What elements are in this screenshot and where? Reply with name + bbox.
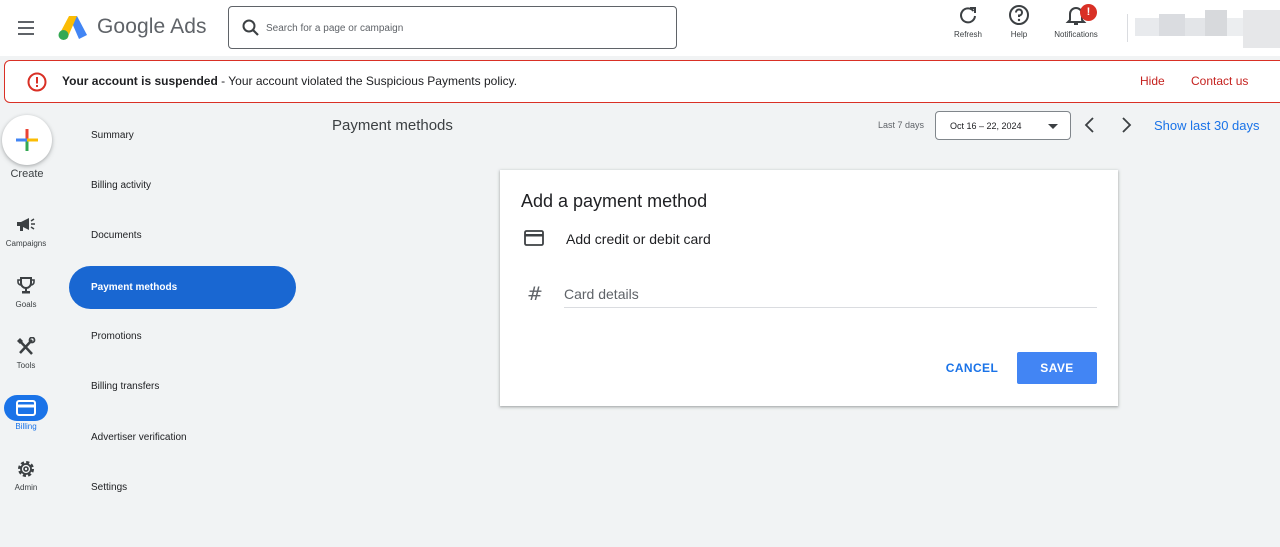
cancel-button[interactable]: CANCEL (934, 352, 1010, 384)
help-icon (1009, 5, 1029, 25)
notifications-button[interactable]: ! Notifications (1050, 4, 1102, 39)
nav-item-summary[interactable]: Summary (69, 114, 296, 157)
header-divider (1127, 14, 1128, 42)
search-icon (242, 19, 259, 36)
rail-label-admin: Admin (14, 483, 38, 492)
alert-title: Your account is suspended (62, 74, 218, 88)
refresh-button[interactable]: Refresh (953, 4, 983, 39)
nav-item-billing-activity[interactable]: Billing activity (69, 164, 296, 207)
nav-item-promotions[interactable]: Promotions (69, 315, 296, 358)
nav-item-documents[interactable]: Documents (69, 214, 296, 257)
gear-icon (18, 461, 34, 477)
page-title: Payment methods (332, 117, 453, 134)
nav-item-payment-methods[interactable]: Payment methods (69, 266, 296, 309)
card-title: Add a payment method (521, 191, 708, 211)
notifications-label: Notifications (1054, 30, 1098, 39)
nav-item-billing-transfers[interactable]: Billing transfers (69, 365, 296, 408)
alert-circle-icon (27, 72, 47, 92)
help-label: Help (1010, 30, 1028, 39)
megaphone-icon (17, 218, 35, 231)
rail-item-goals[interactable]: Goals (0, 273, 52, 309)
rail-label-goals: Goals (15, 300, 37, 309)
notification-badge: ! (1080, 4, 1097, 21)
add-payment-method-card: Add a payment method Add credit or debit… (500, 170, 1118, 406)
chevron-down-icon (1048, 124, 1058, 129)
tools-icon (17, 337, 36, 355)
create-label: Create (10, 168, 44, 180)
date-range-select[interactable]: Oct 16 – 22, 2024 (935, 111, 1071, 140)
date-range-value: Oct 16 – 22, 2024 (950, 121, 1022, 131)
rail-item-campaigns[interactable]: Campaigns (0, 212, 52, 248)
rail-item-tools[interactable]: Tools (0, 334, 52, 370)
rail-item-billing[interactable]: Billing (0, 395, 52, 431)
plus-icon (16, 129, 38, 151)
chevron-right-icon (1122, 117, 1132, 133)
save-button[interactable]: SAVE (1017, 352, 1097, 384)
rail-item-admin[interactable]: Admin (0, 456, 52, 492)
account-avatar[interactable] (1133, 8, 1280, 48)
nav-item-settings[interactable]: Settings (69, 466, 296, 509)
menu-button[interactable] (14, 16, 38, 40)
chevron-left-icon (1084, 117, 1094, 133)
hash-icon: # (527, 283, 543, 305)
rail-label-tools: Tools (16, 361, 36, 370)
credit-card-icon (524, 230, 544, 246)
card-details-input[interactable] (564, 280, 1097, 308)
date-range-label: Last 7 days (878, 120, 925, 130)
search-input[interactable] (266, 15, 666, 41)
credit-card-icon (16, 400, 36, 416)
alert-message: - Your account violated the Suspicious P… (217, 74, 518, 88)
add-credit-debit-card-option[interactable]: Add credit or debit card (566, 231, 711, 247)
suspension-alert: Your account is suspended - Your account… (4, 60, 1280, 103)
previous-period-button[interactable] (1080, 115, 1100, 135)
app-name: Google Ads (97, 15, 207, 38)
trophy-icon (17, 277, 35, 294)
next-period-button[interactable] (1116, 115, 1136, 135)
top-bar: Google Ads Refresh Help ! Notifications (0, 0, 1280, 56)
nav-item-advertiser-verification[interactable]: Advertiser verification (69, 416, 296, 459)
show-last-30-days-link[interactable]: Show last 30 days (1154, 118, 1260, 133)
search-bar[interactable] (228, 6, 677, 49)
refresh-label: Refresh (953, 30, 982, 39)
hamburger-icon (18, 21, 34, 23)
alert-text: Your account is suspended - Your account… (62, 74, 517, 88)
rail-label-billing: Billing (15, 422, 37, 431)
help-button[interactable]: Help (1004, 4, 1034, 39)
hide-link[interactable]: Hide (1140, 74, 1165, 88)
google-ads-logo-icon (58, 16, 87, 40)
rail-label-campaigns: Campaigns (5, 239, 47, 248)
refresh-icon (960, 7, 976, 24)
create-button[interactable] (2, 115, 52, 165)
contact-us-link[interactable]: Contact us (1191, 74, 1248, 88)
